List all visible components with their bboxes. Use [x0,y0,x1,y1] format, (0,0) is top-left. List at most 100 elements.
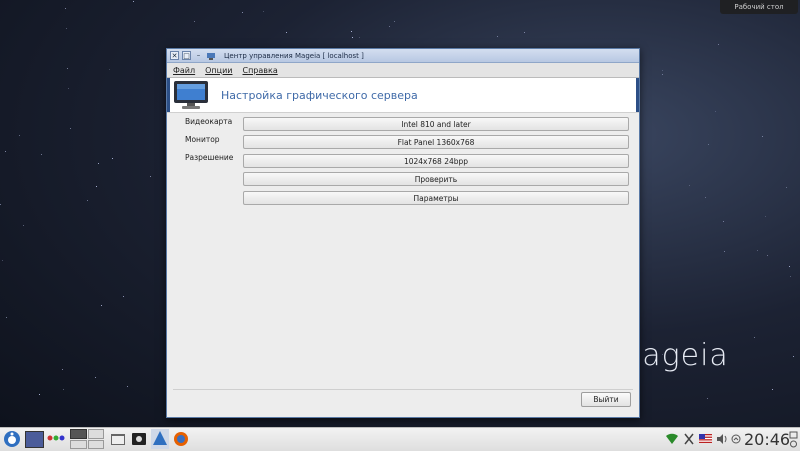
star [723,221,724,222]
star [96,186,97,187]
star [133,1,134,2]
desktop-label[interactable]: Рабочий стол [720,0,798,14]
star [62,369,63,370]
resolution-value: 1024x768 24bpp [403,156,469,166]
star [127,386,128,387]
star [359,37,360,38]
star [790,276,791,277]
monitor-button[interactable]: Flat Panel 1360x768 [243,135,629,149]
workspace-3[interactable] [70,439,87,449]
star [150,176,151,177]
star [5,151,6,152]
star [662,70,663,71]
star [708,144,709,145]
monitor-value: Flat Panel 1360x768 [397,137,475,147]
star [0,204,1,205]
star [65,8,66,9]
star [767,255,768,256]
options-button[interactable]: Параметры [243,191,629,205]
desktop-icon[interactable] [25,431,44,448]
star [351,31,352,32]
keyboard-layout-flag-icon[interactable] [699,434,712,443]
star [23,225,24,226]
mageia-logo-text: ageia [642,338,729,373]
lock-and-power-icon[interactable] [789,429,798,449]
workspace-2[interactable] [87,429,104,439]
star [715,111,716,112]
label-resolution: Разрешение [185,153,234,162]
videocard-value: Intel 810 and later [401,119,471,129]
star [242,12,243,13]
star [352,37,353,38]
star [286,32,287,33]
star [662,74,663,75]
star [389,26,390,27]
workspace-4[interactable] [87,439,104,449]
star [524,32,525,33]
star [718,44,719,45]
menu-file[interactable]: Файл [173,66,195,75]
window-titlebar[interactable]: ✕ □ – Центр управления Mageia [ localhos… [167,49,639,63]
star [6,317,7,318]
workspace-1[interactable] [70,429,87,439]
banner-accent-left [167,78,170,112]
star [19,135,20,136]
star [101,305,102,306]
star [87,200,88,201]
desktop-label-text: Рабочий стол [734,3,784,11]
star [2,260,3,261]
star [724,251,725,252]
star [689,185,690,186]
videocard-button[interactable]: Intel 810 and later [243,117,629,131]
tray-expand-icon[interactable] [731,434,741,444]
exit-button[interactable]: Выйти [581,392,631,407]
star [39,394,40,395]
label-monitor: Монитор [185,135,220,144]
control-center-window: ✕ □ – Центр управления Mageia [ localhos… [166,48,640,418]
options-button-label: Параметры [413,193,459,203]
menu-options[interactable]: Опции [205,66,232,75]
star [757,250,758,251]
star [123,296,124,297]
monitor-icon [174,81,208,109]
window-title: Центр управления Mageia [ localhost ] [224,51,364,60]
app-icon [207,52,215,60]
footer-separator [173,389,633,390]
control-center-task-icon[interactable] [151,429,169,449]
star [263,11,264,12]
resolution-button[interactable]: 1024x768 24bpp [243,154,629,168]
star [70,128,71,129]
maximize-icon[interactable]: □ [182,51,191,60]
star [765,216,766,217]
workspace-pager[interactable] [70,429,104,449]
star [67,68,68,69]
pager-dots-icon[interactable] [47,434,67,442]
star [394,21,395,22]
menubar: Файл Опции Справка [167,63,639,78]
menu-help[interactable]: Справка [242,66,277,75]
banner-title: Настройка графического сервера [221,88,418,102]
clipboard-scissors-icon[interactable] [683,433,695,445]
wifi-icon[interactable] [665,433,679,445]
label-videocard: Видеокарта [185,117,233,126]
app-menu-icon[interactable] [3,430,21,448]
test-button[interactable]: Проверить [243,172,629,186]
star [772,389,773,390]
terminal-icon[interactable] [131,431,147,447]
test-button-label: Проверить [414,174,458,184]
volume-icon[interactable] [716,433,728,445]
settings-content: Видеокарта Intel 810 and later Монитор F… [167,113,639,385]
firefox-icon[interactable] [173,431,189,447]
star [98,163,99,164]
clock[interactable]: 20:46 [744,430,790,449]
star [63,389,64,390]
star [705,197,706,198]
star [497,36,498,37]
star [786,187,787,188]
exit-button-label: Выйти [593,395,619,404]
close-icon[interactable]: ✕ [170,51,179,60]
star [68,88,69,89]
star [754,337,755,338]
minimize-icon[interactable]: – [194,51,203,60]
file-manager-icon[interactable] [110,431,126,447]
